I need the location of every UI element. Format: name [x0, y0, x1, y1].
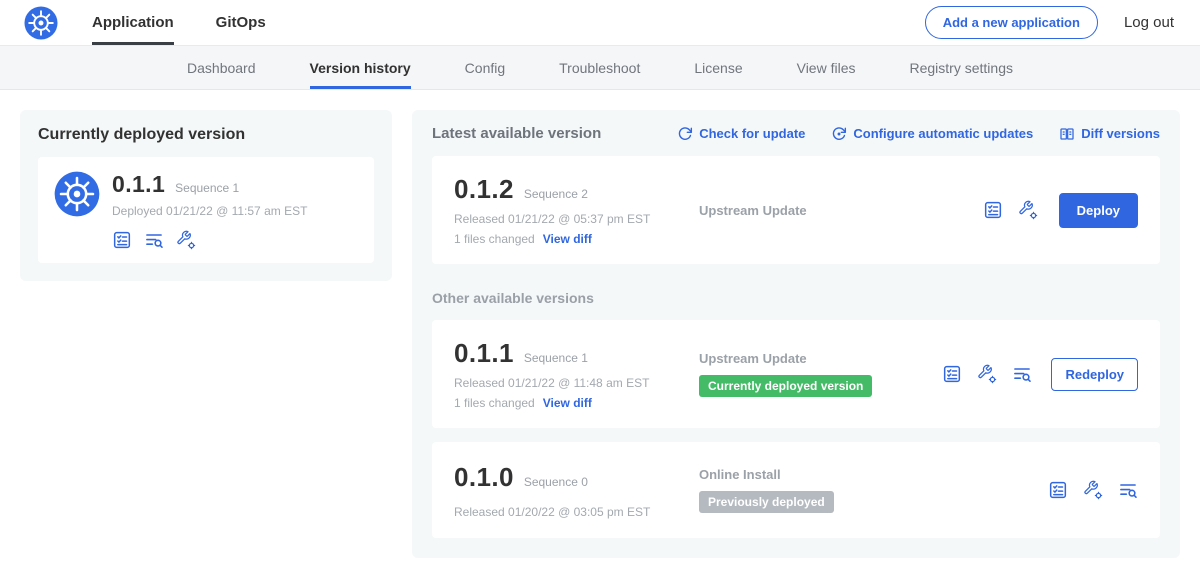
diff-versions-label: Diff versions — [1081, 126, 1160, 141]
view-files-icon[interactable] — [144, 230, 164, 250]
view-files-icon[interactable] — [1012, 364, 1032, 384]
currently-deployed-card: 0.1.1 Sequence 1 Deployed 01/21/22 @ 11:… — [38, 157, 374, 263]
release-notes-icon[interactable] — [112, 230, 132, 250]
release-notes-icon[interactable] — [942, 364, 962, 384]
edit-config-icon[interactable] — [977, 364, 997, 384]
released-timestamp: Released 01/21/22 @ 11:48 am EST — [454, 376, 699, 390]
app-subnav: Dashboard Version history Config Trouble… — [0, 46, 1200, 90]
tab-application[interactable]: Application — [92, 0, 174, 45]
deploy-button[interactable]: Deploy — [1059, 193, 1138, 228]
deployed-timestamp: Deployed 01/21/22 @ 11:57 am EST — [112, 204, 307, 218]
subnav-item-dashboard[interactable]: Dashboard — [187, 46, 256, 89]
files-changed-label: 1 files changed — [454, 232, 535, 246]
version-number: 0.1.1 — [454, 338, 514, 369]
view-diff-link[interactable]: View diff — [543, 232, 592, 246]
top-bar: Application GitOps Add a new application… — [0, 0, 1200, 46]
version-number: 0.1.2 — [454, 174, 514, 205]
version-card: 0.1.2 Sequence 2 Released 01/21/22 @ 05:… — [432, 156, 1160, 264]
main-content: Currently deployed version 0.1.1 Sequenc… — [0, 90, 1200, 578]
version-card: 0.1.0 Sequence 0 Released 01/20/22 @ 03:… — [432, 442, 1160, 538]
diff-versions-link[interactable]: Diff versions — [1059, 126, 1160, 142]
currently-deployed-title: Currently deployed version — [38, 126, 374, 144]
check-for-update-link[interactable]: Check for update — [677, 126, 805, 142]
configure-automatic-updates-link[interactable]: Configure automatic updates — [831, 126, 1033, 142]
logout-button[interactable]: Log out — [1124, 14, 1174, 31]
app-logo-icon — [54, 171, 100, 217]
subnav-item-license[interactable]: License — [694, 46, 742, 89]
app-tabs: Application GitOps — [92, 0, 266, 45]
deployed-version-number: 0.1.1 — [112, 171, 165, 198]
deployed-actions — [112, 230, 358, 250]
view-diff-link[interactable]: View diff — [543, 396, 592, 410]
version-source-label: Upstream Update — [699, 351, 942, 366]
check-update-icon — [677, 126, 693, 142]
kubernetes-logo-icon — [24, 6, 58, 40]
subnav-item-registry-settings[interactable]: Registry settings — [910, 46, 1013, 89]
sequence-label: Sequence 1 — [524, 351, 588, 365]
sequence-label: Sequence 2 — [524, 187, 588, 201]
released-timestamp: Released 01/20/22 @ 03:05 pm EST — [454, 505, 699, 519]
currently-deployed-badge: Currently deployed version — [699, 375, 872, 397]
edit-config-icon[interactable] — [176, 230, 196, 250]
files-changed-label: 1 files changed — [454, 396, 535, 410]
version-card: 0.1.1 Sequence 1 Released 01/21/22 @ 11:… — [432, 320, 1160, 428]
subnav-item-troubleshoot[interactable]: Troubleshoot — [559, 46, 640, 89]
version-source-label: Online Install — [699, 467, 1048, 482]
version-source-label: Upstream Update — [699, 203, 983, 218]
release-notes-icon[interactable] — [983, 200, 1003, 220]
diff-versions-icon — [1059, 126, 1075, 142]
version-actions: Check for update Configure automatic upd… — [677, 126, 1160, 142]
topbar-right: Add a new application Log out — [925, 6, 1174, 39]
view-files-icon[interactable] — [1118, 480, 1138, 500]
edit-config-icon[interactable] — [1018, 200, 1038, 220]
auto-updates-icon — [831, 126, 847, 142]
release-notes-icon[interactable] — [1048, 480, 1068, 500]
subnav-item-config[interactable]: Config — [465, 46, 505, 89]
other-available-versions-title: Other available versions — [432, 290, 1160, 306]
configure-automatic-updates-label: Configure automatic updates — [853, 126, 1033, 141]
subnav-item-version-history[interactable]: Version history — [310, 46, 411, 89]
latest-available-title: Latest available version — [432, 125, 601, 142]
version-history-panel: Latest available version Check for updat… — [412, 110, 1180, 558]
sequence-label: Sequence 0 — [524, 475, 588, 489]
add-application-button[interactable]: Add a new application — [925, 6, 1098, 39]
version-number: 0.1.0 — [454, 462, 514, 493]
previously-deployed-badge: Previously deployed — [699, 491, 834, 513]
check-for-update-label: Check for update — [699, 126, 805, 141]
released-timestamp: Released 01/21/22 @ 05:37 pm EST — [454, 212, 699, 226]
edit-config-icon[interactable] — [1083, 480, 1103, 500]
currently-deployed-panel: Currently deployed version 0.1.1 Sequenc… — [20, 110, 392, 281]
tab-gitops[interactable]: GitOps — [216, 0, 266, 45]
deployed-sequence-label: Sequence 1 — [175, 181, 239, 195]
subnav-item-view-files[interactable]: View files — [797, 46, 856, 89]
redeploy-button[interactable]: Redeploy — [1051, 358, 1138, 391]
deployed-meta: 0.1.1 Sequence 1 Deployed 01/21/22 @ 11:… — [112, 171, 307, 218]
